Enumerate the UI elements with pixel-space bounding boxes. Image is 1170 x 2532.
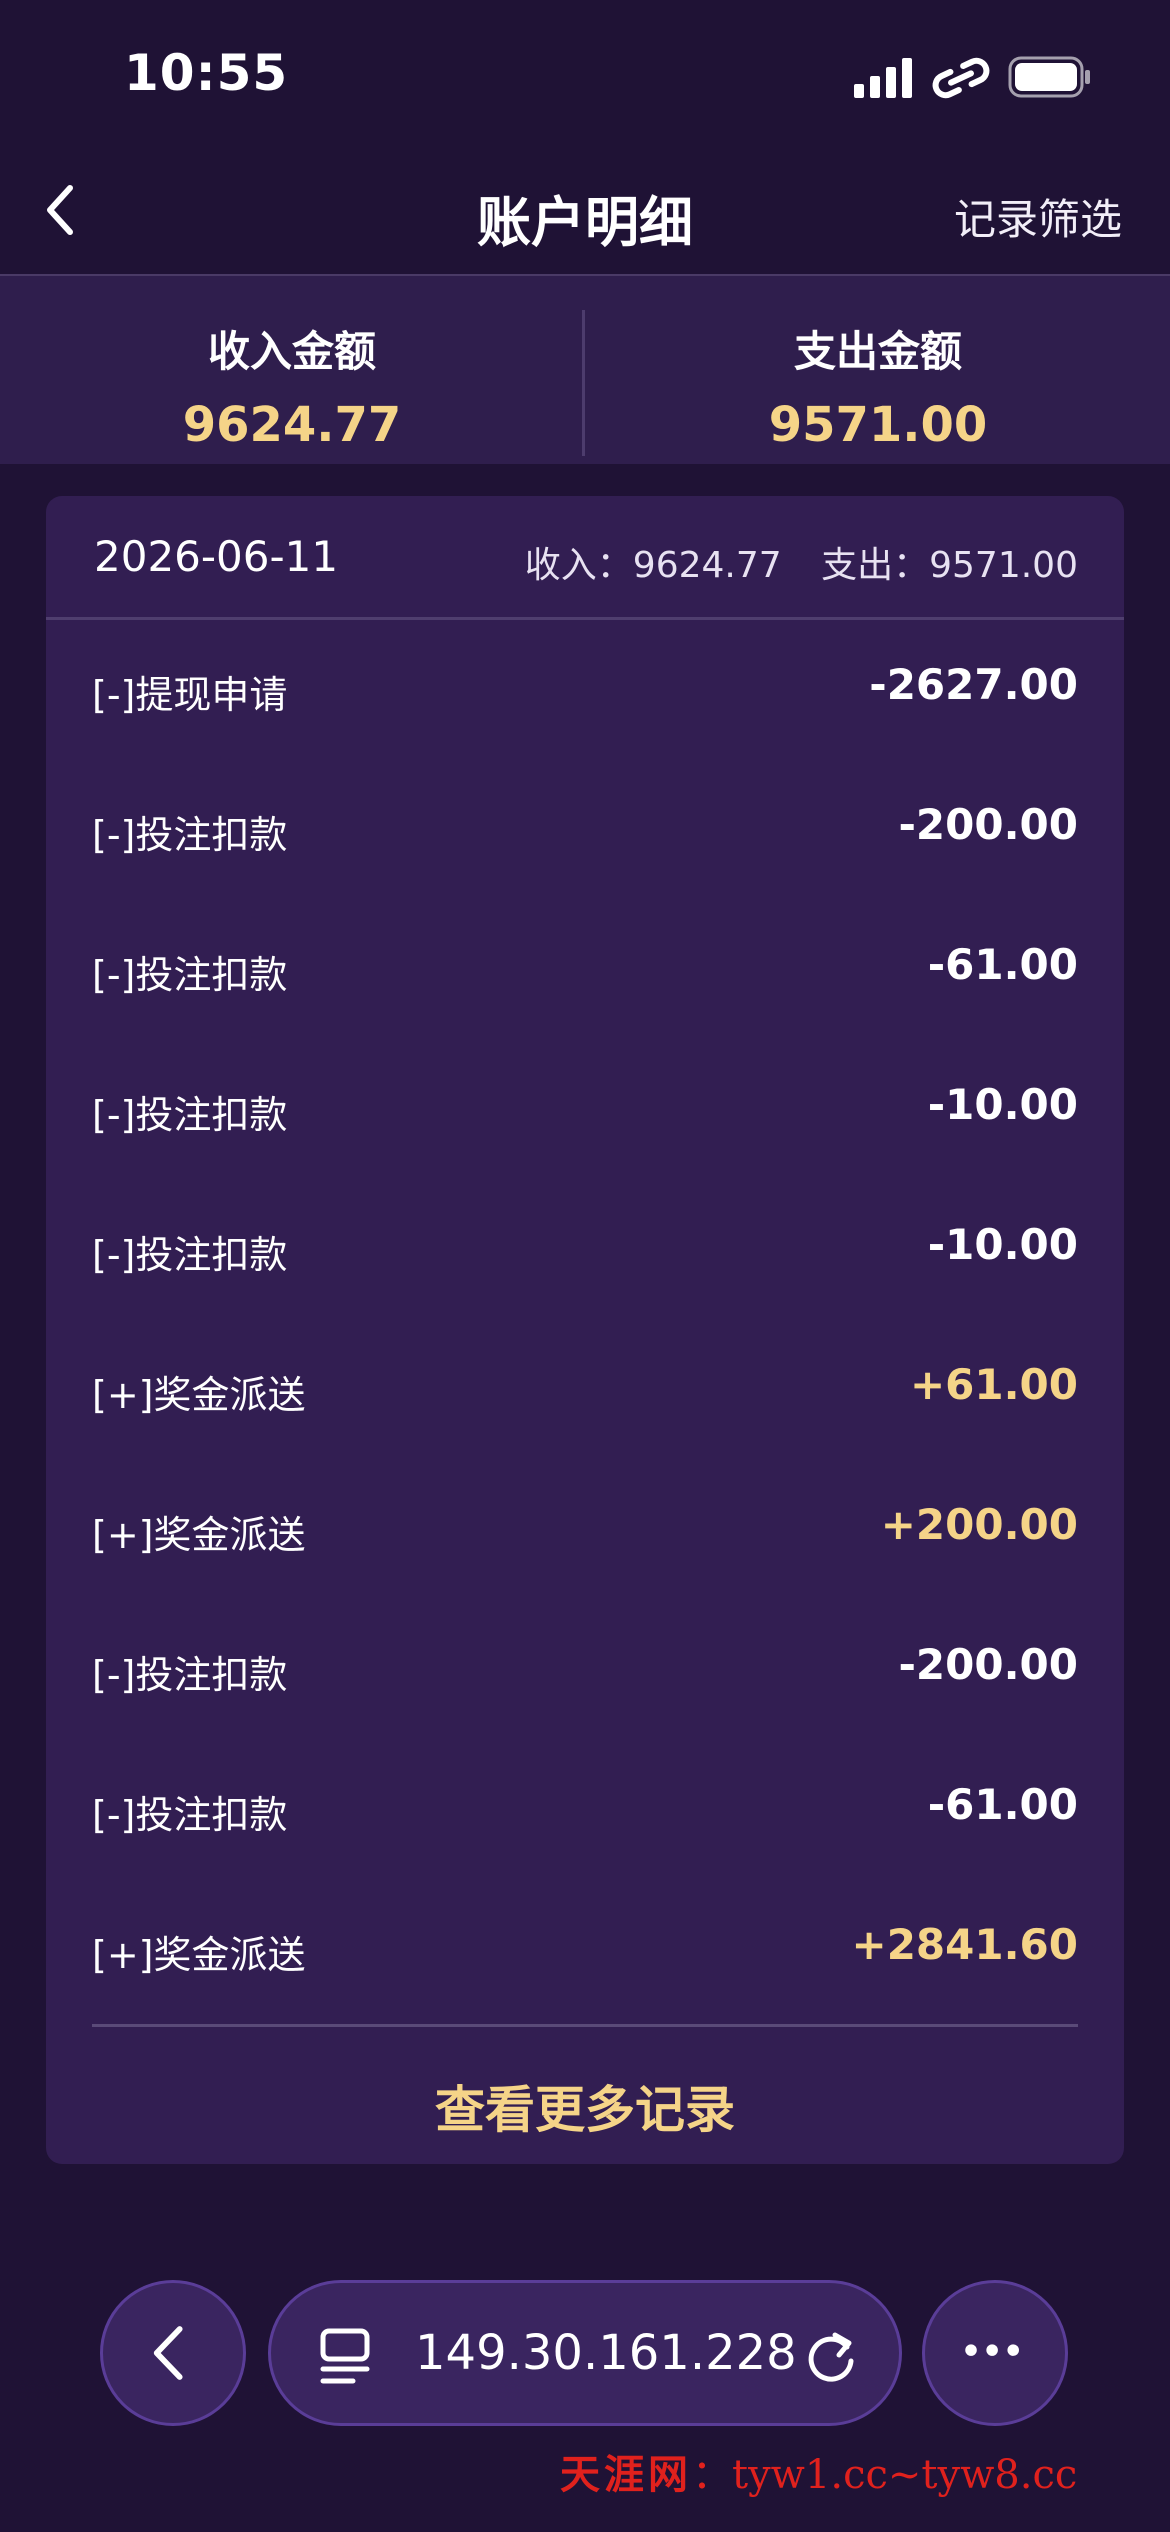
transaction-row[interactable]: [+]奖金派送 +61.00	[46, 1320, 1124, 1460]
transaction-row[interactable]: [-]投注扣款 -61.00	[46, 900, 1124, 1040]
browser-more-button[interactable]	[922, 2280, 1068, 2426]
transaction-list: [-]提现申请 -2627.00 [-]投注扣款 -200.00 [-]投注扣款…	[46, 620, 1124, 2020]
transaction-type: [-]提现申请	[92, 673, 288, 717]
status-time: 10:55	[124, 44, 289, 102]
transaction-amount: -200.00	[898, 800, 1078, 849]
browser-back-button[interactable]	[100, 2280, 246, 2426]
summary-divider	[582, 310, 585, 456]
cellular-signal-icon	[854, 58, 912, 98]
watermark-separator: ：	[692, 2452, 732, 2498]
account-detail-page: 10:55 账户明细 记录筛选 收入金额 9624.77 支出金额 9571.0…	[0, 0, 1170, 2532]
expense-value: 9571.00	[768, 397, 988, 453]
more-dots-icon	[965, 2344, 1019, 2356]
transaction-amount: -61.00	[927, 940, 1078, 989]
transaction-date: 2026-06-11	[94, 532, 339, 581]
balance-summary: 收入金额 9624.77 支出金额 9571.00	[0, 276, 1170, 464]
transaction-amount: +2841.60	[851, 1920, 1079, 1969]
income-value: 9624.77	[182, 397, 402, 453]
link-icon	[932, 57, 990, 99]
list-divider	[92, 2024, 1078, 2027]
card-header: 2026-06-11 收入：9624.77 支出：9571.00	[46, 496, 1124, 620]
transaction-amount: -10.00	[927, 1080, 1078, 1129]
watermark-site-name: 天涯网	[560, 2451, 692, 2498]
transaction-type: [-]投注扣款	[92, 813, 288, 857]
day-totals: 收入：9624.77 支出：9571.00	[497, 536, 1078, 588]
status-bar: 10:55	[0, 0, 1170, 150]
income-label: 收入金额	[207, 327, 376, 376]
nav-bar: 账户明细 记录筛选	[0, 150, 1170, 276]
transaction-row[interactable]: [+]奖金派送 +200.00	[46, 1460, 1124, 1600]
transaction-row[interactable]: [-]投注扣款 -200.00	[46, 760, 1124, 900]
tabs-icon[interactable]	[319, 2327, 373, 2385]
transaction-row[interactable]: [-]投注扣款 -200.00	[46, 1600, 1124, 1740]
transaction-type: [-]投注扣款	[92, 1793, 288, 1837]
transaction-amount: -2627.00	[869, 660, 1078, 709]
browser-toolbar: 149.30.161.228	[0, 2280, 1170, 2430]
income-summary: 收入金额 9624.77	[0, 276, 584, 464]
transaction-amount: -61.00	[927, 1780, 1078, 1829]
watermark-urls: tyw1.cc~tyw8.cc	[732, 2452, 1078, 2498]
transaction-row[interactable]: [-]提现申请 -2627.00	[46, 620, 1124, 760]
expense-summary: 支出金额 9571.00	[586, 276, 1170, 464]
reload-icon[interactable]	[801, 2325, 861, 2385]
transaction-type: [-]投注扣款	[92, 1233, 288, 1277]
record-filter-button[interactable]: 记录筛选	[954, 186, 1122, 247]
transaction-type: [-]投注扣款	[92, 953, 288, 997]
transactions-card: 2026-06-11 收入：9624.77 支出：9571.00 [-]提现申请…	[46, 496, 1124, 2164]
transaction-type: [-]投注扣款	[92, 1093, 288, 1137]
transaction-amount: -10.00	[927, 1220, 1078, 1269]
url-text: 149.30.161.228	[415, 2325, 797, 2381]
watermark: 天涯网：tyw1.cc~tyw8.cc	[560, 2442, 1164, 2502]
transaction-type: [+]奖金派送	[92, 1513, 306, 1557]
battery-icon	[1008, 56, 1090, 98]
address-bar[interactable]: 149.30.161.228	[268, 2280, 902, 2426]
transaction-row[interactable]: [+]奖金派送 +2841.60	[46, 1880, 1124, 2020]
day-expense-total: 支出：9571.00	[821, 545, 1078, 586]
day-income-total: 收入：9624.77	[524, 545, 782, 586]
view-more-records-button[interactable]: 查看更多记录	[46, 2070, 1124, 2142]
transaction-amount: +200.00	[880, 1500, 1078, 1549]
transaction-amount: -200.00	[898, 1640, 1078, 1689]
expense-label: 支出金额	[793, 327, 962, 376]
transaction-type: [+]奖金派送	[92, 1933, 306, 1977]
transaction-row[interactable]: [-]投注扣款 -10.00	[46, 1180, 1124, 1320]
transaction-row[interactable]: [-]投注扣款 -61.00	[46, 1740, 1124, 1880]
transaction-type: [-]投注扣款	[92, 1653, 288, 1697]
transaction-type: [+]奖金派送	[92, 1373, 306, 1417]
transaction-row[interactable]: [-]投注扣款 -10.00	[46, 1040, 1124, 1180]
chevron-left-icon	[153, 2326, 183, 2380]
transaction-amount: +61.00	[909, 1360, 1078, 1409]
